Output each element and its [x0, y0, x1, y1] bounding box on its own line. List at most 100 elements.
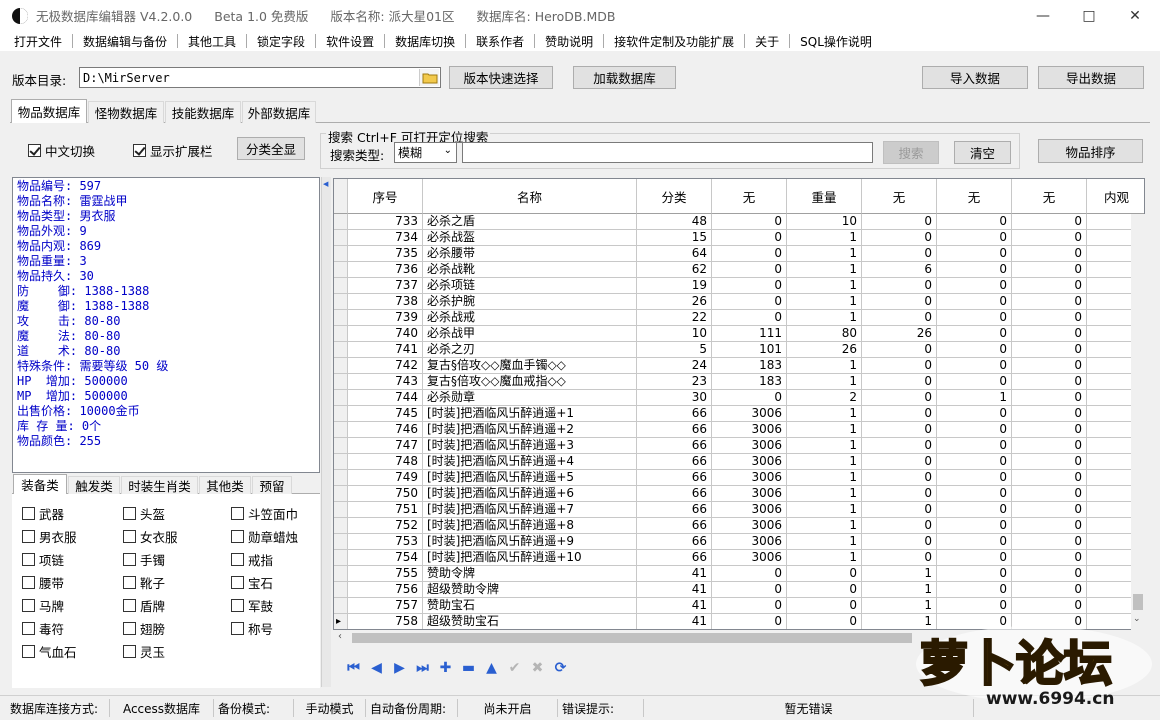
table-cell[interactable]: 0	[787, 566, 862, 582]
table-cell[interactable]: 0	[862, 470, 937, 486]
tab-external[interactable]: 外部数据库	[242, 101, 316, 123]
row-indicator[interactable]	[334, 518, 348, 534]
table-cell[interactable]: 1	[787, 422, 862, 438]
table-cell[interactable]: 1	[787, 246, 862, 262]
category-checkbox[interactable]: 武器	[22, 504, 64, 523]
table-cell[interactable]: 复古§倍攻◇◇魔血手镯◇◇	[423, 358, 637, 374]
category-checkbox[interactable]: 头盔	[123, 504, 165, 523]
cat-tab-other[interactable]: 其他类	[199, 476, 251, 494]
table-row[interactable]: 739 必杀战戒 22 0 1 0 0 0	[334, 310, 1144, 326]
table-cell[interactable]: 1	[787, 438, 862, 454]
table-cell[interactable]: 80	[787, 326, 862, 342]
row-indicator[interactable]	[334, 230, 348, 246]
table-cell[interactable]: [时装]把酒临风卐醉逍遥+4	[423, 454, 637, 470]
table-cell[interactable]: 0	[937, 262, 1012, 278]
import-button[interactable]: 导入数据	[922, 66, 1028, 89]
scroll-left-icon[interactable]: ‹	[338, 631, 342, 642]
category-checkbox[interactable]: 手镯	[123, 550, 165, 569]
table-cell[interactable]: 26	[637, 294, 712, 310]
table-cell[interactable]: 必杀之盾	[423, 214, 637, 230]
table-cell[interactable]: 0	[712, 614, 787, 629]
table-cell[interactable]: 754	[348, 550, 423, 566]
dir-input[interactable]: D:\MirServer	[79, 67, 441, 88]
table-cell[interactable]: 737	[348, 278, 423, 294]
table-cell[interactable]: 0	[862, 278, 937, 294]
table-row[interactable]: 738 必杀护腕 26 0 1 0 0 0	[334, 294, 1144, 310]
table-cell[interactable]: [时装]把酒临风卐醉逍遥+9	[423, 534, 637, 550]
hscroll-thumb[interactable]	[352, 633, 912, 643]
table-cell[interactable]: 66	[637, 406, 712, 422]
table-cell[interactable]: 3006	[712, 454, 787, 470]
category-checkbox[interactable]: 毒符	[22, 619, 64, 638]
row-indicator[interactable]	[334, 502, 348, 518]
category-checkbox[interactable]: 腰带	[22, 573, 64, 592]
table-cell[interactable]: 3006	[712, 486, 787, 502]
table-row[interactable]: 756超级赞助令牌41001001	[334, 582, 1144, 598]
table-cell[interactable]: 0	[712, 230, 787, 246]
table-cell[interactable]: 101	[712, 342, 787, 358]
table-cell[interactable]: 0	[1012, 374, 1087, 390]
table-cell[interactable]: 0	[862, 230, 937, 246]
menu-item[interactable]: 其他工具	[178, 33, 246, 50]
table-cell[interactable]: 0	[1012, 358, 1087, 374]
table-cell[interactable]: 1	[787, 262, 862, 278]
table-cell[interactable]: [时装]把酒临风卐醉逍遥+8	[423, 518, 637, 534]
row-indicator[interactable]	[334, 214, 348, 230]
category-checkbox[interactable]: 女衣服	[123, 527, 178, 546]
table-cell[interactable]: 739	[348, 310, 423, 326]
table-cell[interactable]: 744	[348, 390, 423, 406]
table-cell[interactable]: 736	[348, 262, 423, 278]
category-checkbox[interactable]: 称号	[231, 619, 273, 638]
post-record-icon[interactable]: ✔	[503, 657, 526, 679]
table-cell[interactable]: 743	[348, 374, 423, 390]
table-cell[interactable]: 3006	[712, 470, 787, 486]
column-header[interactable]: 无	[937, 179, 1012, 214]
table-cell[interactable]: 1	[862, 598, 937, 614]
table-row[interactable]: 740 必杀战甲 10 111 80 26 0 0	[334, 326, 1144, 342]
search-input[interactable]	[462, 142, 873, 163]
table-cell[interactable]: 0	[1012, 390, 1087, 406]
table-cell[interactable]: 0	[862, 502, 937, 518]
table-cell[interactable]: 111	[712, 326, 787, 342]
table-cell[interactable]: 0	[937, 502, 1012, 518]
table-cell[interactable]: 0	[787, 598, 862, 614]
table-cell[interactable]: 0	[712, 390, 787, 406]
table-cell[interactable]: 0	[712, 246, 787, 262]
splitter-bar[interactable]: ◀	[321, 177, 331, 687]
table-cell[interactable]: 0	[862, 310, 937, 326]
table-cell[interactable]: 735	[348, 246, 423, 262]
table-cell[interactable]: 1	[787, 486, 862, 502]
quick-select-button[interactable]: 版本快速选择	[449, 66, 553, 89]
row-indicator[interactable]	[334, 598, 348, 614]
table-cell[interactable]: 26	[787, 342, 862, 358]
table-cell[interactable]: 0	[1012, 534, 1087, 550]
table-cell[interactable]: 66	[637, 454, 712, 470]
table-cell[interactable]: 必杀护腕	[423, 294, 637, 310]
tab-items[interactable]: 物品数据库	[11, 99, 87, 123]
table-cell[interactable]: [时装]把酒临风卐醉逍遥+5	[423, 470, 637, 486]
table-cell[interactable]: 0	[937, 326, 1012, 342]
next-record-icon[interactable]: ▶	[388, 657, 411, 679]
table-cell[interactable]: 0	[1012, 422, 1087, 438]
table-cell[interactable]: 0	[937, 278, 1012, 294]
table-row[interactable]: 734必杀战盔15010001	[334, 230, 1144, 246]
table-cell[interactable]: 0	[937, 358, 1012, 374]
table-row[interactable]: 757赞助宝石41001001	[334, 598, 1144, 614]
table-row[interactable]: 747[时装]把酒临风卐醉逍遥+366300610001	[334, 438, 1144, 454]
table-row[interactable]: 749[时装]把酒临风卐醉逍遥+566300610001	[334, 470, 1144, 486]
table-cell[interactable]: 0	[862, 342, 937, 358]
row-indicator[interactable]	[334, 550, 348, 566]
table-cell[interactable]: 0	[862, 358, 937, 374]
table-row[interactable]: 741 必杀之刃 5 101 26 0 0 0	[334, 342, 1144, 358]
menu-item[interactable]: 软件设置	[316, 33, 384, 50]
table-cell[interactable]: 必杀之刃	[423, 342, 637, 358]
table-cell[interactable]: 750	[348, 486, 423, 502]
category-checkbox[interactable]: 勋章蜡烛	[231, 527, 298, 546]
category-checkbox[interactable]: 男衣服	[22, 527, 77, 546]
category-checkbox[interactable]: 灵玉	[123, 642, 165, 661]
table-cell[interactable]: 0	[1012, 582, 1087, 598]
table-cell[interactable]: 0	[1012, 470, 1087, 486]
table-cell[interactable]: 0	[862, 454, 937, 470]
table-cell[interactable]: 0	[937, 422, 1012, 438]
maximize-icon[interactable]: □	[1066, 0, 1112, 31]
